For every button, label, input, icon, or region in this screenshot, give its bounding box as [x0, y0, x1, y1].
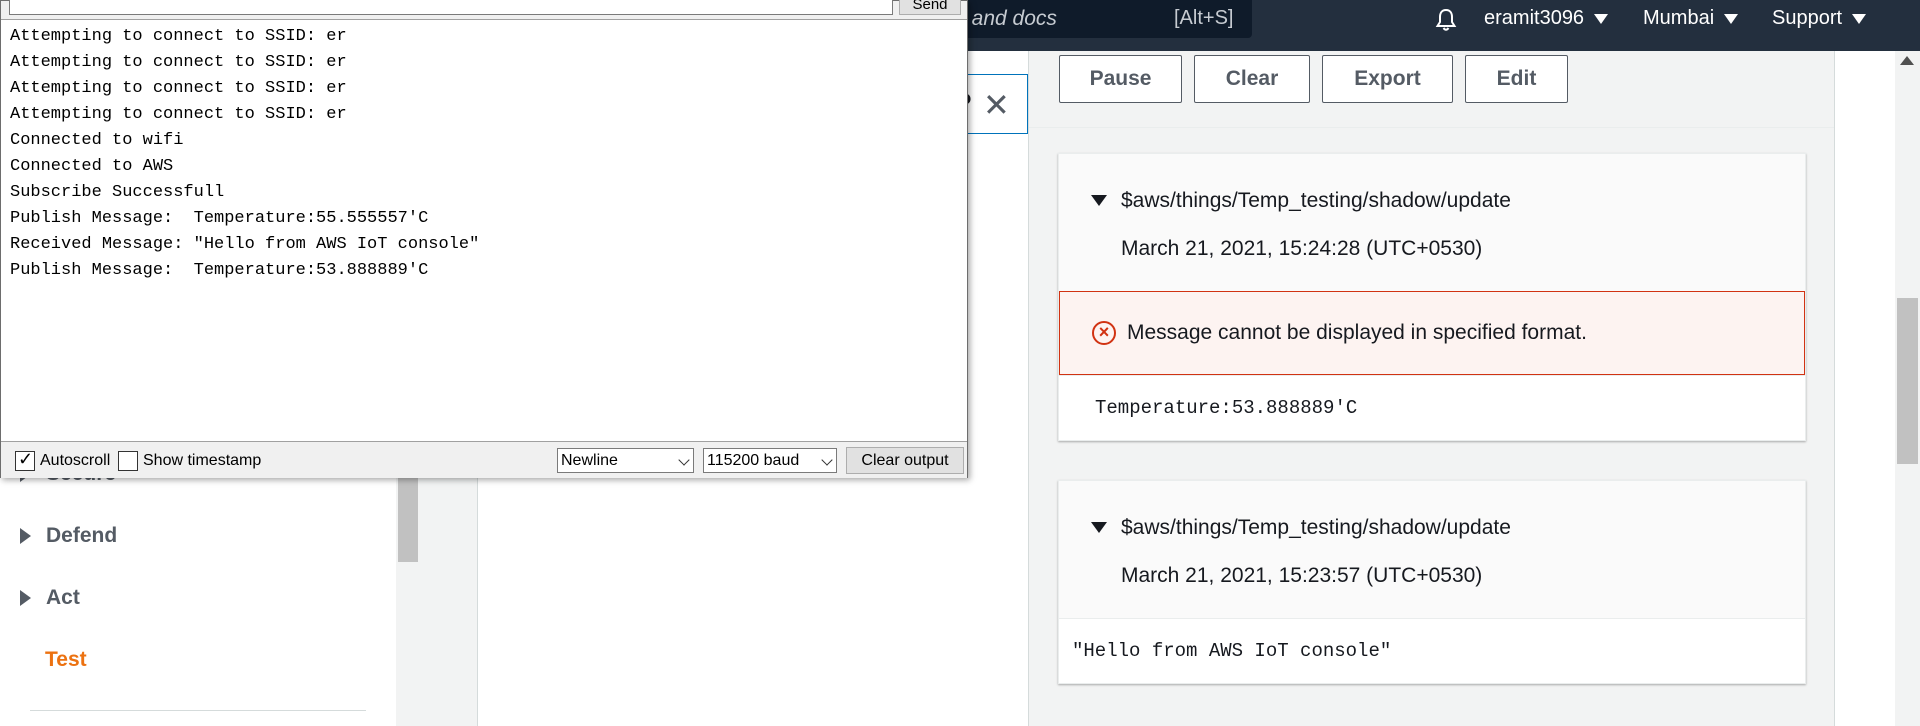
clear-button[interactable]: Clear — [1194, 55, 1310, 103]
scroll-up-arrow-icon[interactable] — [1900, 56, 1914, 65]
serial-output[interactable]: Attempting to connect to SSID: er Attemp… — [1, 19, 967, 441]
support-menu[interactable]: Support — [1772, 7, 1867, 30]
page-scroll-thumb[interactable] — [1897, 298, 1918, 464]
bell-icon[interactable] — [1433, 7, 1459, 38]
region-menu[interactable]: Mumbai — [1643, 7, 1739, 30]
sidebar-item-defend[interactable]: Defend — [0, 524, 117, 548]
pause-button[interactable]: Pause — [1059, 55, 1182, 103]
serial-line: Subscribe Successfull — [10, 183, 225, 202]
line-ending-select[interactable]: Newline — [557, 448, 694, 473]
message-payload: "Hello from AWS IoT console" — [1072, 640, 1392, 662]
search-placeholder: , and docs — [960, 7, 1057, 30]
serial-send-input[interactable] — [9, 0, 893, 15]
show-timestamp-label: Show timestamp — [143, 452, 262, 469]
message-body: Temperature:53.888889'C — [1059, 375, 1805, 440]
export-button[interactable]: Export — [1322, 55, 1453, 103]
serial-monitor-window: Send Attempting to connect to SSID: er A… — [0, 0, 968, 478]
sidebar-scroll-thumb[interactable] — [398, 478, 418, 562]
close-icon[interactable]: ✕ — [983, 86, 1010, 124]
message-timestamp: March 21, 2021, 15:24:28 (UTC+0530) — [1121, 237, 1483, 260]
error-icon: × — [1092, 321, 1116, 345]
message-topic: $aws/things/Temp_testing/shadow/update — [1121, 189, 1511, 212]
error-message: Message cannot be displayed in specified… — [1127, 321, 1587, 344]
serial-line: Connected to wifi — [10, 131, 184, 150]
caret-right-icon — [20, 590, 31, 606]
toolbar-divider — [1029, 127, 1835, 128]
serial-line: Attempting to connect to SSID: er — [10, 53, 347, 72]
sidebar-item-test[interactable]: Test — [45, 648, 87, 672]
chevron-down-icon — [678, 454, 690, 466]
baud-rate-select[interactable]: 115200 baud — [703, 448, 837, 473]
sidebar-item-act[interactable]: Act — [0, 586, 80, 610]
search-box[interactable]: , and docs [Alt+S] — [960, 0, 1252, 38]
serial-line: Attempting to connect to SSID: er — [10, 27, 347, 46]
message-payload: Temperature:53.888889'C — [1095, 397, 1358, 419]
region-name: Mumbai — [1643, 7, 1715, 29]
line-ending-value: Newline — [561, 452, 618, 469]
serial-input-bar: Send — [1, 0, 967, 19]
panel-edge — [1834, 51, 1835, 726]
autoscroll-checkbox[interactable]: ✓ — [15, 449, 35, 471]
message-card: $aws/things/Temp_testing/shadow/update M… — [1058, 153, 1806, 441]
serial-line: Publish Message: Temperature:53.888889'C — [10, 261, 429, 280]
serial-line: Attempting to connect to SSID: er — [10, 79, 347, 98]
chevron-down-icon — [1594, 13, 1609, 24]
user-menu[interactable]: eramit3096 — [1484, 7, 1609, 30]
expand-toggle-icon[interactable] — [1091, 195, 1107, 206]
serial-line: Connected to AWS — [10, 157, 174, 176]
autoscroll-label: Autoscroll — [40, 452, 111, 469]
send-button[interactable]: Send — [899, 0, 961, 15]
serial-line: Received Message: "Hello from AWS IoT co… — [10, 235, 480, 254]
serial-footer: ✓ Autoscroll Show timestamp Newline 1152… — [1, 441, 967, 478]
support-label: Support — [1772, 7, 1843, 29]
sidebar-divider — [30, 710, 366, 711]
chevron-down-icon — [1724, 13, 1739, 24]
chevron-down-icon — [821, 454, 833, 466]
caret-right-icon — [20, 528, 31, 544]
edit-button[interactable]: Edit — [1465, 55, 1568, 103]
serial-line: Publish Message: Temperature:55.555557'C — [10, 209, 429, 228]
message-body: "Hello from AWS IoT console" — [1059, 618, 1805, 683]
sidebar-item-label: Defend — [46, 524, 118, 547]
serial-line: Attempting to connect to SSID: er — [10, 105, 347, 124]
message-timestamp: March 21, 2021, 15:23:57 (UTC+0530) — [1121, 564, 1483, 587]
clear-output-button[interactable]: Clear output — [846, 447, 964, 474]
message-card: $aws/things/Temp_testing/shadow/update M… — [1058, 480, 1806, 684]
message-topic: $aws/things/Temp_testing/shadow/update — [1121, 516, 1511, 539]
expand-toggle-icon[interactable] — [1091, 522, 1107, 533]
user-name: eramit3096 — [1484, 7, 1585, 29]
chevron-down-icon — [1852, 13, 1867, 24]
sidebar-item-label: Act — [46, 586, 80, 609]
error-alert: × Message cannot be displayed in specifi… — [1059, 291, 1805, 375]
baud-rate-value: 115200 baud — [707, 452, 800, 469]
checkmark-icon: ✓ — [18, 449, 34, 469]
show-timestamp-checkbox[interactable] — [118, 451, 138, 471]
search-shortcut: [Alt+S] — [1174, 7, 1234, 29]
